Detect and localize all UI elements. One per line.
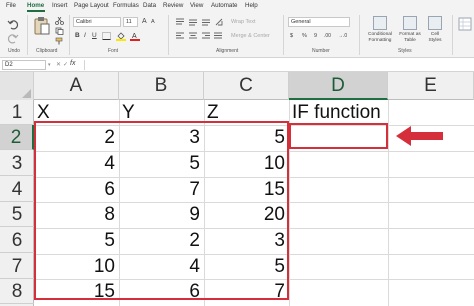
row-header-6[interactable]: 6: [0, 228, 34, 253]
cancel-entry-icon[interactable]: ✕: [56, 61, 61, 68]
group-label-font: Font: [108, 48, 119, 54]
formula-input[interactable]: [84, 60, 472, 70]
conditional-formatting-icon[interactable]: [373, 16, 387, 30]
tab-file[interactable]: File: [6, 0, 16, 12]
column-header-a[interactable]: A: [34, 72, 119, 100]
vertical-alignment-icons[interactable]: [174, 17, 224, 27]
font-name-select[interactable]: Calibri: [73, 17, 121, 27]
grow-font-button[interactable]: A: [142, 18, 147, 25]
format-painter-icon[interactable]: [55, 37, 64, 45]
ribbon: Undo Clipboard Calibri 11 A A B I U A Fo…: [0, 12, 474, 58]
insert-function-icon[interactable]: fx: [70, 60, 75, 67]
underline-button[interactable]: U: [92, 32, 97, 39]
name-box-dropdown-icon[interactable]: ▾: [48, 62, 51, 68]
undo-icon[interactable]: [7, 18, 19, 30]
cell-d4[interactable]: [289, 177, 388, 202]
decrease-decimal-button[interactable]: .00: [324, 33, 331, 39]
row-header-3[interactable]: 3: [0, 151, 34, 176]
column-headers: A B C D E: [0, 72, 474, 100]
format-as-table-button[interactable]: Format as Table: [396, 32, 424, 44]
group-label-undo: Undo: [8, 48, 20, 54]
group-label-alignment: Alignment: [216, 48, 239, 54]
paste-icon[interactable]: [34, 16, 50, 36]
tab-formulas[interactable]: Formulas: [113, 0, 139, 12]
tab-help[interactable]: Help: [245, 0, 258, 12]
horizontal-alignment-icons[interactable]: [174, 31, 224, 41]
gridline: [388, 100, 389, 306]
tab-view[interactable]: View: [190, 0, 203, 12]
select-all-corner[interactable]: [0, 72, 34, 100]
insert-cells-icon[interactable]: [458, 17, 472, 31]
font-size-select[interactable]: 11: [123, 17, 138, 27]
row-header-8[interactable]: 8: [0, 279, 34, 304]
font-color-icon[interactable]: A: [130, 31, 140, 41]
increase-decimal-button[interactable]: →.0: [338, 33, 347, 39]
column-header-b[interactable]: B: [119, 72, 204, 100]
group-label-clipboard: Clipboard: [36, 48, 58, 54]
ribbon-separator: [27, 15, 28, 55]
confirm-entry-icon[interactable]: ✓: [63, 61, 68, 68]
ribbon-tab-bar: File Home Insert Page Layout Formulas Da…: [0, 0, 474, 12]
tab-review[interactable]: Review: [163, 0, 183, 12]
data-range-highlight: [34, 121, 289, 300]
cell-d6[interactable]: [289, 228, 388, 253]
row-header-2[interactable]: 2: [0, 125, 34, 150]
accounting-format-button[interactable]: $: [290, 33, 293, 39]
bold-button[interactable]: B: [75, 32, 80, 39]
percent-style-button[interactable]: %: [302, 33, 307, 39]
group-label-number: Number: [312, 48, 330, 54]
cell-e1[interactable]: [388, 100, 474, 125]
row-header-4[interactable]: 4: [0, 177, 34, 202]
red-arrow-icon: [396, 126, 443, 146]
cell-d7[interactable]: [289, 254, 388, 279]
tab-page-layout[interactable]: Page Layout: [74, 0, 109, 12]
cell-d5[interactable]: [289, 202, 388, 227]
cell-styles-button[interactable]: Cell Styles: [424, 32, 446, 44]
format-as-table-icon[interactable]: [403, 16, 417, 30]
shrink-font-button[interactable]: A: [151, 19, 155, 25]
select-all-triangle: [22, 89, 31, 98]
cell-d3[interactable]: [289, 151, 388, 176]
formula-bar: D2 ▾ ✕ ✓ fx: [0, 58, 474, 72]
column-header-d[interactable]: D: [289, 72, 388, 100]
ribbon-separator: [168, 15, 169, 55]
active-cell-highlight: [289, 123, 388, 149]
name-box[interactable]: D2: [2, 60, 46, 70]
cell-d1[interactable]: IF function: [289, 100, 388, 125]
ribbon-separator: [452, 15, 453, 55]
ribbon-separator: [69, 15, 70, 55]
merge-center-button[interactable]: Merge & Center: [231, 33, 270, 39]
redo-icon[interactable]: [7, 32, 19, 44]
borders-icon[interactable]: [102, 32, 111, 40]
row-header-7[interactable]: 7: [0, 254, 34, 279]
number-format-select[interactable]: General: [288, 17, 350, 27]
column-header-c[interactable]: C: [204, 72, 289, 100]
group-label-styles: Styles: [398, 48, 412, 54]
column-header-e[interactable]: E: [388, 72, 474, 100]
wrap-text-button[interactable]: Wrap Text: [231, 19, 256, 25]
svg-text:A: A: [132, 33, 137, 40]
row-header-5[interactable]: 5: [0, 202, 34, 227]
tab-data[interactable]: Data: [143, 0, 156, 12]
tab-automate[interactable]: Automate: [211, 0, 237, 12]
copy-icon[interactable]: [55, 27, 64, 35]
conditional-formatting-button[interactable]: Conditional Formatting: [364, 32, 396, 44]
comma-style-button[interactable]: 9: [314, 33, 317, 39]
tab-insert[interactable]: Insert: [52, 0, 67, 12]
ribbon-separator: [359, 15, 360, 55]
cell-d8[interactable]: [289, 279, 388, 304]
row-header-1[interactable]: 1: [0, 100, 34, 125]
italic-button[interactable]: I: [84, 32, 86, 39]
fill-color-icon[interactable]: [116, 31, 126, 41]
cut-icon[interactable]: [55, 17, 64, 25]
cell-styles-icon[interactable]: [428, 16, 442, 30]
ribbon-separator: [283, 15, 284, 55]
row-headers: 1 2 3 4 5 6 7 8: [0, 100, 34, 306]
